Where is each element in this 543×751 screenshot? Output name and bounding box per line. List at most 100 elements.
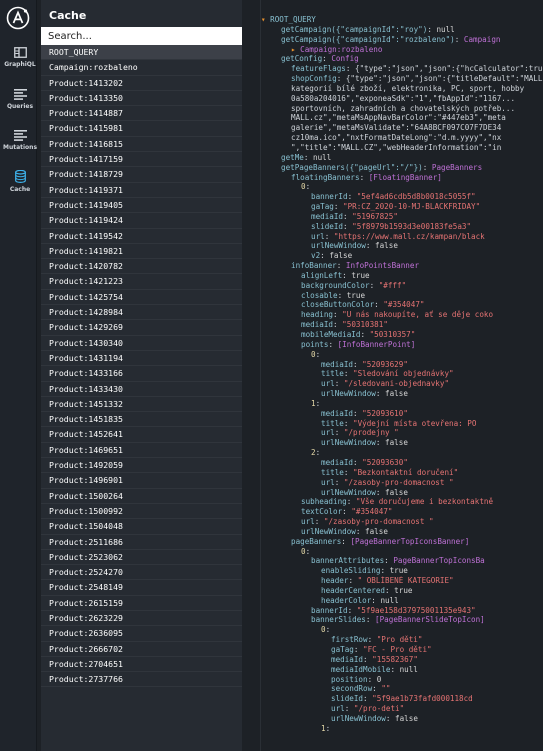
- cache-key-item[interactable]: Product:2737766: [41, 672, 242, 688]
- tree-line: featureFlags: {"type":"json","json":{"hc…: [261, 64, 543, 74]
- tree-field-name: title: [321, 467, 344, 477]
- cache-key-item[interactable]: Product:1413350: [41, 91, 242, 107]
- tree-value: :: [343, 418, 354, 428]
- nav-item-cache[interactable]: Cache: [0, 170, 40, 193]
- cache-key-item[interactable]: Product:1418729: [41, 167, 242, 183]
- cache-key-item[interactable]: Product:2615159: [41, 596, 242, 611]
- tree-field-name: ROOT_QUERY: [270, 15, 316, 24]
- tree-value: :: [363, 694, 373, 704]
- tree-value: "Sledování objednávky": [353, 369, 454, 379]
- tree-line: bannerAttributes: PageBannerTopIconsBa: [261, 556, 543, 566]
- cache-key-item[interactable]: Product:1417159: [41, 152, 242, 168]
- cache-key-item[interactable]: Product:1504048: [41, 519, 242, 535]
- tree-typename[interactable]: [PageBannerSlideTopIcon]: [375, 615, 485, 624]
- nav-item-queries[interactable]: Queries: [0, 89, 40, 110]
- tree-value: false: [395, 713, 418, 723]
- tree-typename[interactable]: [InfoBannerPoint]: [338, 340, 416, 349]
- tree-line: v2: false: [261, 251, 543, 261]
- cache-key-item[interactable]: Product:1496901: [41, 473, 242, 489]
- tree-typename[interactable]: PageBanners: [432, 163, 482, 172]
- tree-line: textColor: "#354047": [261, 507, 543, 517]
- expand-arrow-icon[interactable]: ▾: [261, 15, 270, 24]
- tree-field-name: slideId: [311, 221, 344, 231]
- expand-arrow-icon[interactable]: ▸: [291, 45, 300, 54]
- tree-field-name: url: [321, 428, 335, 438]
- cache-key-item[interactable]: Product:1419821: [41, 244, 242, 260]
- tree-value: :: [367, 674, 377, 684]
- cache-key-item[interactable]: Product:1419405: [41, 198, 242, 214]
- cache-key-item[interactable]: Product:1431194: [41, 351, 242, 367]
- cache-key-item[interactable]: Product:1419424: [41, 213, 242, 229]
- tree-typename[interactable]: PageBannerTopIconsBa: [393, 556, 484, 565]
- tree-typename[interactable]: Campaign:rozbaleno: [300, 45, 382, 54]
- cache-key-item[interactable]: Product:2548149: [41, 580, 242, 596]
- tree-value: 0a580a204016","exponeaSdk":"1","fbAppId"…: [291, 93, 516, 103]
- tree-typename[interactable]: [PageBannerTopIconsBanner]: [350, 537, 469, 546]
- tree-value: "/pro-deti": [353, 704, 405, 714]
- cache-key-item[interactable]: Product:2636095: [41, 626, 242, 642]
- cache-key-item[interactable]: Product:1433430: [41, 382, 242, 397]
- cache-panel: Cache ROOT_QUERYCampaign:rozbalenoProduc…: [41, 0, 242, 751]
- tree-typename[interactable]: [FloatingBanner]: [369, 173, 442, 182]
- tree-value: :: [372, 684, 382, 694]
- cache-key-item[interactable]: Product:1416815: [41, 137, 242, 153]
- tree-value: :: [325, 625, 331, 635]
- cache-key-item[interactable]: Product:1415981: [41, 121, 242, 137]
- tree-typename[interactable]: InfoPointsBanner: [346, 261, 419, 270]
- tree-line: firstRow: "Pro děti": [261, 635, 543, 645]
- cache-key-item[interactable]: Product:1420782: [41, 259, 242, 275]
- tree-value: "FC - Pro děti": [363, 645, 432, 654]
- tree-value: cz10ma.ico","nxtFormatDateLong":"d.m.yyy…: [291, 133, 502, 143]
- panel-divider: [242, 0, 261, 751]
- cache-key-item[interactable]: Product:1413202: [41, 76, 242, 91]
- cache-key-item[interactable]: Product:1421223: [41, 274, 242, 290]
- tree-field-name: urlNewWindow: [321, 438, 376, 448]
- tree-line: 0:: [261, 350, 543, 360]
- cache-key-item[interactable]: Product:2511686: [41, 535, 242, 550]
- cache-key-item[interactable]: Product:1469651: [41, 443, 242, 459]
- tree-line: getMe: null: [261, 153, 543, 163]
- tree-field-name: v2: [311, 251, 321, 261]
- tree-line: headerColor: null: [261, 596, 543, 606]
- nav-item-mutations[interactable]: Mutations: [0, 130, 40, 151]
- cache-key-item[interactable]: Product:2666702: [41, 642, 242, 657]
- cache-search-input[interactable]: [41, 27, 242, 45]
- cache-key-item[interactable]: Product:2523062: [41, 550, 242, 566]
- tree-line: mediaId: "50310381": [261, 320, 543, 330]
- cache-key-item[interactable]: Product:1419371: [41, 183, 242, 198]
- tree-typename[interactable]: Campaign: [464, 35, 501, 44]
- cache-key-item[interactable]: Product:1433166: [41, 366, 242, 382]
- cache-key-item[interactable]: ROOT_QUERY: [41, 45, 242, 61]
- cache-key-item[interactable]: Product:1419542: [41, 229, 242, 244]
- tree-value: :: [353, 457, 363, 467]
- cache-key-item[interactable]: Product:1452641: [41, 427, 242, 443]
- cache-key-item[interactable]: Product:1500264: [41, 489, 242, 504]
- tree-value: :: [454, 34, 464, 44]
- tree-typename[interactable]: Config: [331, 54, 358, 63]
- tree-line: mediaId: "52093630": [261, 458, 543, 468]
- tree-line: position: 0: [261, 675, 543, 685]
- cache-key-item[interactable]: Product:1414887: [41, 106, 242, 122]
- cache-key-item[interactable]: Product:2524270: [41, 565, 242, 581]
- cache-key-item[interactable]: Product:2623229: [41, 611, 242, 627]
- tree-value: :: [320, 251, 330, 261]
- cache-key-item[interactable]: Campaign:rozbaleno: [41, 60, 242, 76]
- tree-line: bannerId: "5ef4ad6cdb5d8b0018c5055f": [261, 192, 543, 202]
- cache-key-item[interactable]: Product:2704651: [41, 657, 242, 673]
- nav-item-graphiql[interactable]: GraphiQL: [0, 47, 40, 68]
- cache-key-item[interactable]: Product:1500992: [41, 504, 242, 520]
- cache-key-item[interactable]: Product:1425754: [41, 290, 242, 306]
- tree-field-name: bannerId: [311, 192, 348, 202]
- cache-key-item[interactable]: Product:1492059: [41, 458, 242, 474]
- cache-key-item[interactable]: Product:1430340: [41, 336, 242, 351]
- cache-key-item[interactable]: Product:1429269: [41, 320, 242, 336]
- tree-value: :: [344, 704, 354, 714]
- cache-key-item[interactable]: Product:1451332: [41, 397, 242, 413]
- tree-field-name: floatingBanners: [291, 172, 360, 182]
- tree-line: url: "https://www.mall.cz/kampan/black: [261, 232, 543, 242]
- cache-key-item[interactable]: Product:1428984: [41, 305, 242, 321]
- cache-key-item[interactable]: Product:1451835: [41, 412, 242, 428]
- tree-value: null: [313, 152, 332, 162]
- tree-value: :: [334, 477, 344, 487]
- tree-value: "/sledovani-objednavky": [343, 379, 450, 389]
